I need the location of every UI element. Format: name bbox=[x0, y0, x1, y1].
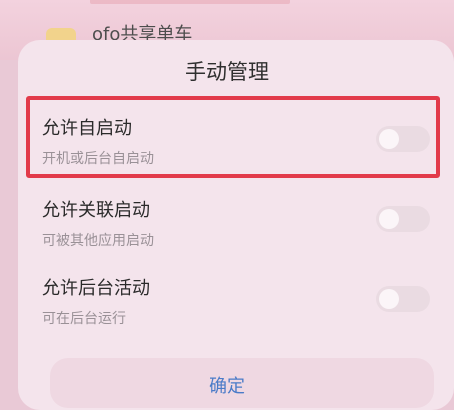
background-partial-text bbox=[90, 0, 290, 4]
setting-subtitle: 可在后台运行 bbox=[42, 311, 126, 327]
toggle-knob bbox=[379, 129, 399, 149]
setting-subtitle: 可被其他应用启动 bbox=[42, 233, 154, 249]
dialog-title: 手动管理 bbox=[185, 60, 269, 84]
toggle-knob bbox=[379, 209, 399, 229]
linked-start-toggle[interactable] bbox=[376, 206, 430, 232]
background-activity-toggle[interactable] bbox=[376, 286, 430, 312]
confirm-button-label[interactable]: 确定 bbox=[0, 372, 454, 398]
auto-start-toggle[interactable] bbox=[376, 126, 430, 152]
setting-subtitle: 开机或后台自启动 bbox=[42, 151, 154, 167]
toggle-knob bbox=[379, 289, 399, 309]
